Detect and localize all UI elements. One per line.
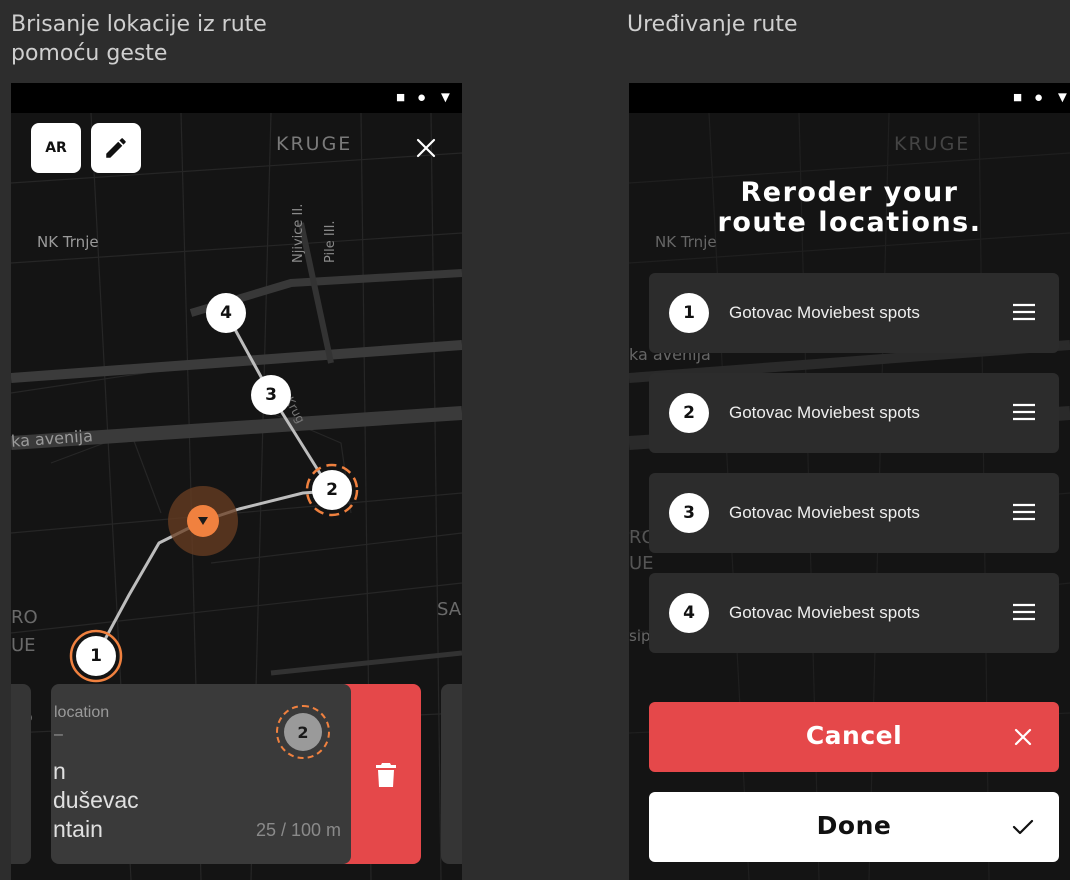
- checkmark-icon: [1012, 819, 1034, 835]
- location-card-line2: duševac: [53, 787, 139, 813]
- status-circle-icon: ●: [417, 89, 427, 106]
- route-location-row[interactable]: 4 Gotovac Moviebest spots: [649, 573, 1059, 653]
- route-pin-4[interactable]: 4: [206, 293, 246, 333]
- row-location-name: Gotovac Moviebest spots: [729, 303, 920, 322]
- route-location-row[interactable]: 1 Gotovac Moviebest spots: [649, 273, 1059, 353]
- route-pin-1[interactable]: 1: [76, 636, 116, 676]
- location-card-dash: –: [54, 726, 63, 743]
- map-label-nk-trnje: NK Trnje: [37, 233, 99, 251]
- location-card[interactable]: location – n duševac ntain 2 25 / 100 m: [51, 684, 351, 864]
- caption-left: Brisanje lokacije iz rute pomoću geste: [11, 10, 267, 68]
- next-location-card[interactable]: [441, 684, 462, 864]
- done-button[interactable]: Done: [649, 792, 1059, 862]
- row-number: 2: [669, 393, 709, 433]
- phone-delete-gesture: ■ ● ▼ KRUGE NK Trnje ka avenija Njivice …: [11, 83, 462, 880]
- map-label-ue: UE: [629, 553, 654, 574]
- ar-button-label: AR: [45, 140, 67, 156]
- prev-location-card[interactable]: [11, 684, 31, 864]
- close-button[interactable]: [408, 130, 444, 166]
- drag-handle-icon[interactable]: [1013, 503, 1035, 521]
- route-pin-2[interactable]: 2: [312, 470, 352, 510]
- row-number: 3: [669, 493, 709, 533]
- edit-route-button[interactable]: [91, 123, 141, 173]
- route-location-row[interactable]: 3 Gotovac Moviebest spots: [649, 473, 1059, 553]
- card-pin-number: 2: [284, 713, 322, 751]
- map-label-njivice: Njivice II.: [291, 203, 306, 263]
- map-label-pile: Pile III.: [323, 220, 338, 263]
- map-label-sip: sip: [629, 627, 651, 645]
- row-location-name: Gotovac Moviebest spots: [729, 503, 920, 522]
- pencil-icon: [106, 138, 126, 158]
- close-icon: [1014, 728, 1032, 746]
- map-label-ue: UE: [11, 635, 36, 656]
- route-pin-3[interactable]: 3: [251, 375, 291, 415]
- status-square-icon: ■: [396, 89, 406, 106]
- trash-icon: [376, 763, 396, 787]
- reorder-title: Reroder your route locations.: [629, 178, 1070, 238]
- status-bar: ■ ● ▼: [11, 83, 462, 113]
- map-label-kruge: KRUGE: [894, 133, 971, 155]
- location-card-line3: ntain: [53, 816, 103, 842]
- status-triangle-icon: ▼: [438, 89, 453, 106]
- done-button-label: Done: [816, 811, 892, 840]
- caption-left-line2: pomoću geste: [11, 41, 168, 66]
- drag-handle-icon[interactable]: [1013, 603, 1035, 621]
- reorder-title-line2: route locations.: [717, 207, 982, 238]
- row-location-name: Gotovac Moviebest spots: [729, 603, 920, 622]
- drag-handle-icon[interactable]: [1013, 403, 1035, 421]
- cancel-button-label: Cancel: [805, 721, 903, 750]
- status-triangle-icon: ▼: [1055, 89, 1070, 106]
- map-label-ro: RO: [11, 607, 38, 628]
- reorder-title-line1: Reroder your: [740, 177, 959, 208]
- route-location-row[interactable]: 2 Gotovac Moviebest spots: [649, 373, 1059, 453]
- status-bar: ■ ● ▼: [629, 83, 1070, 113]
- row-number: 1: [669, 293, 709, 333]
- cancel-button[interactable]: Cancel: [649, 702, 1059, 772]
- phone-reorder-route: ■ ● ▼ KRUGE NK Trnje ka avenija RO UE si…: [629, 83, 1070, 880]
- location-card-distance: 25 / 100 m: [255, 820, 341, 840]
- location-card-line1: n: [53, 758, 66, 784]
- row-number: 4: [669, 593, 709, 633]
- status-circle-icon: ●: [1034, 89, 1044, 106]
- caption-left-line1: Brisanje lokacije iz rute: [11, 12, 267, 37]
- map-label-sa: SA: [437, 599, 462, 620]
- caption-right: Uređivanje rute: [627, 12, 798, 37]
- location-card-label: location: [54, 704, 110, 721]
- close-icon: [416, 138, 436, 158]
- map-label-kruge: KRUGE: [276, 133, 353, 155]
- drag-handle-icon[interactable]: [1013, 303, 1035, 321]
- row-location-name: Gotovac Moviebest spots: [729, 403, 920, 422]
- ar-button[interactable]: AR: [31, 123, 81, 173]
- status-square-icon: ■: [1013, 89, 1023, 106]
